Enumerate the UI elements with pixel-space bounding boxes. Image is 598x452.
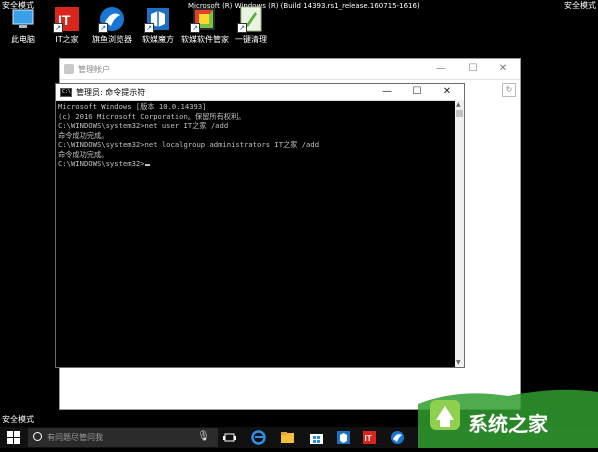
watermark-text: 系统之家 — [468, 412, 548, 436]
cmd-icon — [60, 88, 72, 97]
cleaner-icon: ↗ — [237, 6, 264, 33]
file-explorer-icon[interactable] — [280, 430, 295, 445]
this-pc-icon — [10, 6, 36, 32]
manage-accounts-title: 管理帐户 — [78, 65, 110, 74]
browser-icon: ↗ — [98, 6, 125, 33]
console-line: (c) 2016 Microsoft Corporation。保留所有权利。 — [58, 111, 246, 121]
desktop-icon-rubik[interactable]: ↗ 软媒魔方 — [135, 6, 181, 45]
svg-text:IT: IT — [365, 434, 372, 443]
desktop-icon-label: 软媒软件管家 — [181, 35, 229, 44]
task-view-icon[interactable] — [222, 430, 237, 445]
scroll-up-icon[interactable]: ▲ — [456, 101, 461, 108]
maximize-button[interactable]: ☐ — [458, 61, 488, 77]
search-placeholder: 有问题尽管问我 — [47, 433, 103, 442]
desktop-icon-software-manager[interactable]: ↗ 软媒软件管家 — [181, 6, 229, 45]
manage-accounts-titlebar[interactable]: 管理帐户 — ☐ ✕ — [60, 59, 520, 80]
search-box[interactable]: 有问题尽管问我 🎙 — [28, 428, 218, 447]
browser-app-icon[interactable] — [390, 430, 405, 445]
start-icon[interactable] — [6, 430, 21, 445]
console-line: 命令成功完成。 — [58, 130, 109, 140]
console-prompt-line: C:\WINDOWS\system32> — [58, 159, 145, 168]
cortana-icon — [33, 432, 42, 441]
safe-mode-label-top-right: 安全模式 — [564, 1, 596, 10]
desktop-icon-this-pc[interactable]: 此电脑 — [0, 6, 46, 45]
rubik-cube-icon: ↗ — [144, 6, 171, 33]
scrollbar-thumb[interactable] — [456, 110, 463, 117]
software-manager-icon: ↗ — [190, 6, 217, 33]
console-line: 命令成功完成。 — [58, 149, 109, 159]
minimize-button[interactable]: — — [372, 84, 402, 100]
cube-app-icon[interactable] — [336, 430, 351, 445]
desktop-icon-browser[interactable]: ↗ 旗鱼浏览器 — [89, 6, 135, 45]
maximize-button[interactable]: ☐ — [402, 84, 432, 100]
microphone-icon[interactable]: 🎙 — [197, 431, 210, 442]
window-app-icon — [64, 64, 74, 74]
console-line: Microsoft Windows [版本 10.0.14393] — [58, 102, 207, 111]
desktop-icon-label: IT之家 — [55, 35, 79, 44]
safe-mode-label-bottom-left: 安全模式 — [2, 415, 34, 424]
desktop-icon-label: 一键清理 — [235, 35, 267, 44]
desktop-icon-label: 旗鱼浏览器 — [92, 35, 132, 44]
command-prompt-window[interactable]: 管理员: 命令提示符 — ☐ ✕ Microsoft Windows [版本 1… — [55, 83, 465, 368]
ithome-app-icon[interactable]: IT — [362, 430, 377, 445]
store-icon[interactable] — [309, 430, 324, 445]
refresh-icon[interactable]: ↻ — [502, 83, 516, 97]
desktop-icon-label: 此电脑 — [11, 35, 35, 44]
close-button[interactable]: ✕ — [488, 61, 518, 77]
console-line: C:\WINDOWS\system32>net user IT之家 /add — [58, 121, 229, 130]
desktop-icon-ithome[interactable]: IT ↗ IT之家 — [44, 6, 90, 45]
command-prompt-titlebar[interactable]: 管理员: 命令提示符 — ☐ ✕ — [56, 84, 464, 101]
console-output[interactable]: Microsoft Windows [版本 10.0.14393] (c) 201… — [58, 102, 454, 367]
desktop-icon-label: 软媒魔方 — [142, 35, 174, 44]
close-button[interactable]: ✕ — [432, 84, 462, 100]
watermark: 系统之家 — [418, 382, 598, 448]
text-cursor — [144, 164, 150, 166]
scroll-down-icon[interactable]: ▼ — [456, 359, 461, 366]
ithome-icon: IT ↗ — [53, 6, 80, 33]
minimize-button[interactable]: — — [426, 61, 456, 77]
edge-icon[interactable] — [251, 430, 266, 445]
command-prompt-title: 管理员: 命令提示符 — [76, 88, 146, 97]
vertical-scrollbar[interactable]: ▲ ▼ — [455, 100, 464, 367]
console-line: C:\WINDOWS\system32>net localgroup admin… — [58, 140, 320, 149]
desktop-icon-cleaner[interactable]: ↗ 一键清理 — [228, 6, 274, 45]
